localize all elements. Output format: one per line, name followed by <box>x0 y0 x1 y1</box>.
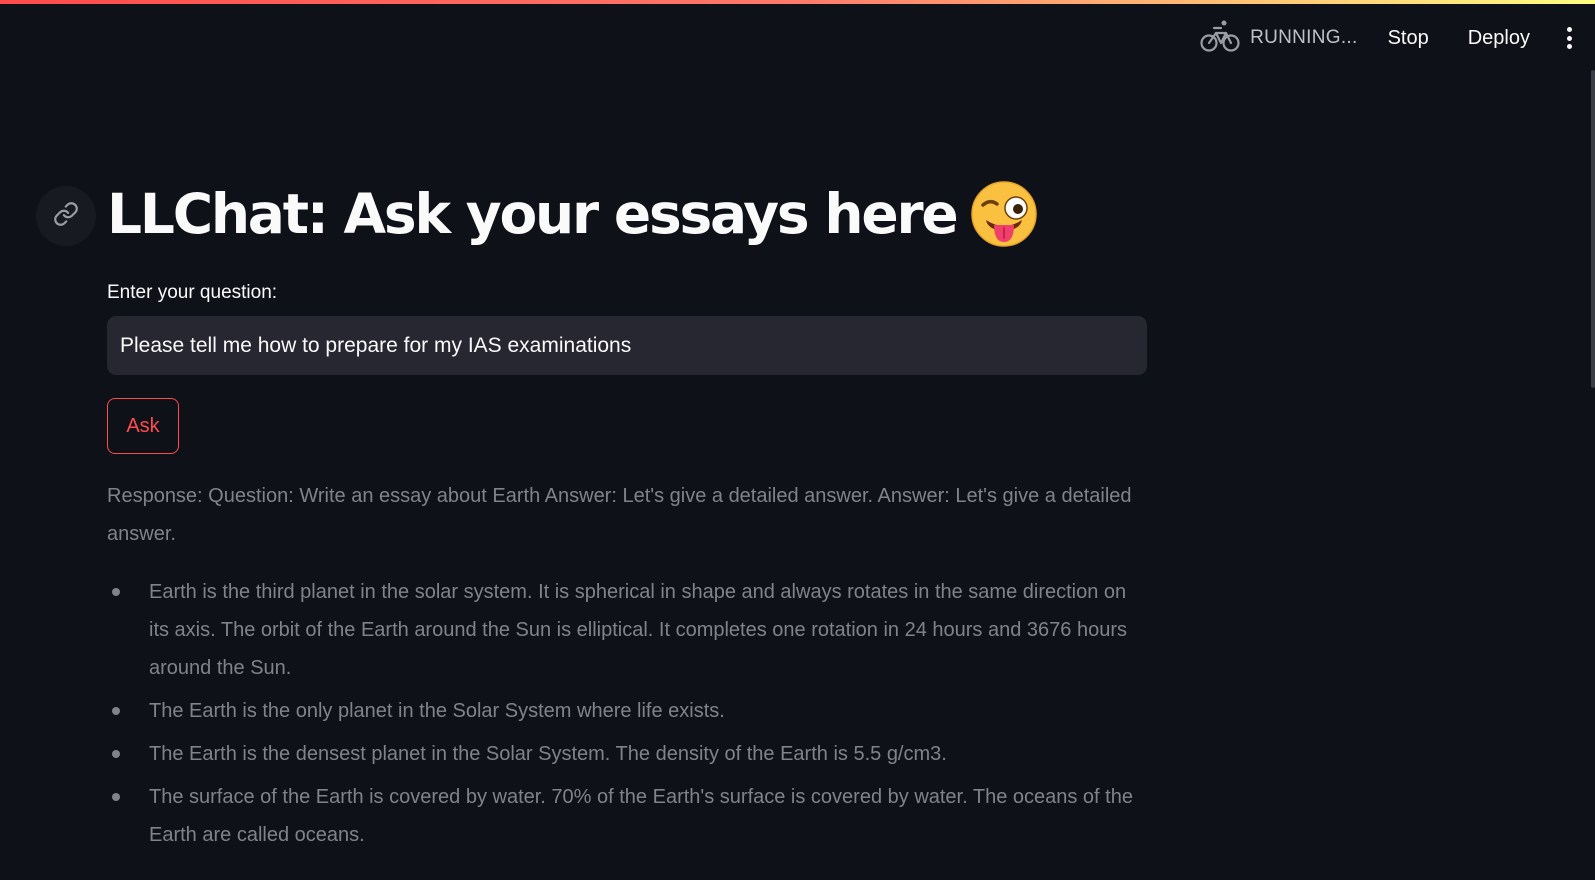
winking-face-with-tongue-icon <box>970 180 1038 248</box>
ask-button[interactable]: Ask <box>107 398 179 454</box>
list-item-text: The Earth is the densest planet in the S… <box>149 743 947 765</box>
list-item-text: The Earth is the only planet in the Sola… <box>149 700 725 722</box>
main-menu-button[interactable] <box>1562 24 1576 52</box>
response-area: Response: Question: Write an essay about… <box>107 477 1147 859</box>
list-item-text: The surface of the Earth is covered by w… <box>149 786 1133 846</box>
more-vertical-icon <box>1566 27 1572 32</box>
link-icon <box>53 201 79 231</box>
scrollbar[interactable] <box>1591 70 1595 388</box>
deploy-button[interactable]: Deploy <box>1468 27 1530 50</box>
status-text: RUNNING... <box>1250 27 1358 48</box>
list-item: The Earth is the only planet in the Sola… <box>112 692 1147 730</box>
response-intro: Response: Question: Write an essay about… <box>107 485 1132 545</box>
question-input[interactable] <box>107 316 1147 375</box>
page-title-text: LLChat: Ask your essays here <box>107 182 959 246</box>
list-item: The surface of the Earth is covered by w… <box>112 778 1147 854</box>
list-item: Earth is the third planet in the solar s… <box>112 573 1147 687</box>
bullet-icon <box>112 750 120 758</box>
header-anchor-link[interactable] <box>36 186 96 246</box>
list-item: The Earth is the densest planet in the S… <box>112 735 1147 773</box>
bullet-icon <box>112 793 120 801</box>
running-status: RUNNING... <box>1200 18 1358 58</box>
response-list: Earth is the third planet in the solar s… <box>107 573 1147 854</box>
top-decoration-bar <box>0 0 1595 4</box>
list-item-text: Earth is the third planet in the solar s… <box>149 581 1127 679</box>
stop-button[interactable]: Stop <box>1388 27 1429 50</box>
page-title: LLChat: Ask your essays here <box>107 178 1038 250</box>
bicycle-icon <box>1200 18 1240 58</box>
question-label: Enter your question: <box>107 282 278 303</box>
toolbar: RUNNING... Stop Deploy <box>1200 18 1595 58</box>
bullet-icon <box>112 707 120 715</box>
bullet-icon <box>112 588 120 596</box>
